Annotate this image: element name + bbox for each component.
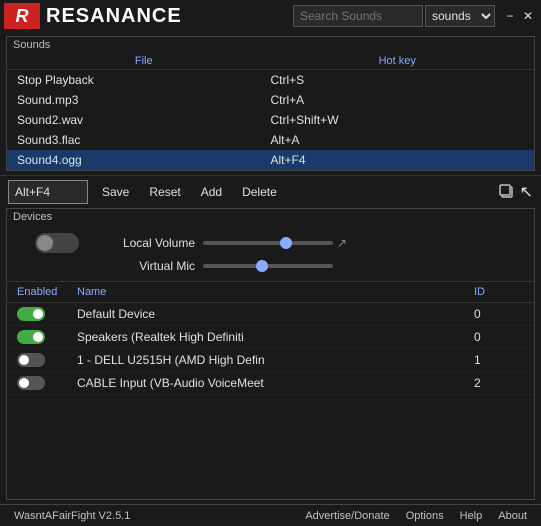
- device-toggle-3[interactable]: [17, 376, 45, 390]
- virtual-mic-slider-container: [203, 264, 524, 268]
- list-item[interactable]: Speakers (Realtek High Definiti 0: [7, 326, 534, 349]
- device-id-0: 0: [474, 307, 524, 321]
- device-name-0: Default Device: [77, 307, 474, 321]
- list-item[interactable]: CABLE Input (VB-Audio VoiceMeet 2: [7, 372, 534, 395]
- virtual-mic-row: Virtual Mic: [17, 259, 524, 273]
- device-name-1: Speakers (Realtek High Definiti: [77, 330, 474, 344]
- devices-inner: Local Volume ↗ Virtual Mic Enabled: [7, 225, 534, 499]
- help-link[interactable]: Help: [452, 510, 491, 522]
- table-row[interactable]: Sound2.wavCtrl+Shift+W: [7, 110, 534, 130]
- close-button[interactable]: ✕: [519, 7, 537, 25]
- virtual-mic-slider[interactable]: [203, 264, 333, 268]
- list-item[interactable]: Default Device 0: [7, 303, 534, 326]
- sound-file: Stop Playback: [17, 73, 271, 87]
- reset-button[interactable]: Reset: [143, 183, 186, 201]
- device-id-2: 1: [474, 353, 524, 367]
- table-row[interactable]: Stop PlaybackCtrl+S: [7, 70, 534, 90]
- table-row[interactable]: Sound.mp3Ctrl+A: [7, 90, 534, 110]
- options-link[interactable]: Options: [398, 510, 452, 522]
- local-volume-label: Local Volume: [105, 236, 195, 250]
- table-row[interactable]: Sound4.oggAlt+F4: [7, 150, 534, 170]
- local-volume-slider-container: ↗: [203, 236, 524, 250]
- copy-to-clipboard-button[interactable]: [498, 183, 516, 201]
- col-enabled-header: Enabled: [17, 286, 77, 298]
- local-volume-toggle[interactable]: [35, 233, 79, 253]
- col-file-header: File: [17, 55, 271, 67]
- col-name-header: Name: [77, 286, 474, 298]
- titlebar-search: soundshotkeys: [293, 5, 495, 27]
- sound-file: Sound2.wav: [17, 113, 271, 127]
- device-id-1: 0: [474, 330, 524, 344]
- resize-icon: ↗: [337, 236, 347, 250]
- virtual-mic-label: Virtual Mic: [105, 259, 195, 273]
- search-dropdown[interactable]: soundshotkeys: [425, 5, 495, 27]
- device-name-3: CABLE Input (VB-Audio VoiceMeet: [77, 376, 474, 390]
- sounds-header: File Hot key: [7, 53, 534, 70]
- delete-button[interactable]: Delete: [236, 183, 283, 201]
- col-id-header: ID: [474, 286, 524, 298]
- save-button[interactable]: Save: [96, 183, 135, 201]
- sounds-section: Sounds File Hot key Stop PlaybackCtrl+SS…: [6, 36, 535, 171]
- search-input[interactable]: [293, 5, 423, 27]
- sound-file: Sound4.ogg: [17, 153, 271, 167]
- titlebar-controls: − ✕: [501, 7, 537, 25]
- minimize-button[interactable]: −: [501, 7, 519, 25]
- logo-box: R: [4, 3, 40, 29]
- hotkey-input[interactable]: [8, 180, 88, 204]
- logo-r-letter: R: [16, 6, 29, 27]
- device-toggle-0[interactable]: [17, 307, 45, 321]
- version-label: WasntAFairFight V2.5.1: [6, 510, 297, 522]
- device-toggle-2[interactable]: [17, 353, 45, 367]
- local-volume-slider[interactable]: [203, 241, 333, 245]
- main-content: Sounds File Hot key Stop PlaybackCtrl+SS…: [0, 32, 541, 504]
- logo-text: RESANANCE: [46, 5, 293, 28]
- action-bar: Save Reset Add Delete ↖: [0, 175, 541, 208]
- sound-hotkey: Ctrl+S: [271, 73, 525, 87]
- statusbar: WasntAFairFight V2.5.1 Advertise/Donate …: [0, 504, 541, 526]
- volume-controls: Local Volume ↗ Virtual Mic: [7, 225, 534, 282]
- sound-hotkey: Ctrl+A: [271, 93, 525, 107]
- cursor-icon: ↖: [520, 182, 533, 202]
- list-item[interactable]: 1 - DELL U2515H (AMD High Defin 1: [7, 349, 534, 372]
- copy-icon-area: ↖: [498, 182, 533, 202]
- sounds-section-label: Sounds: [7, 37, 534, 53]
- sound-hotkey: Alt+F4: [271, 153, 525, 167]
- toggle-placeholder: [17, 233, 97, 253]
- sound-hotkey: Ctrl+Shift+W: [271, 113, 525, 127]
- device-id-3: 2: [474, 376, 524, 390]
- devices-section: Devices Local Volume ↗: [6, 208, 535, 500]
- device-toggle-1[interactable]: [17, 330, 45, 344]
- col-hotkey-header: Hot key: [271, 55, 525, 67]
- local-volume-row: Local Volume ↗: [17, 233, 524, 253]
- device-name-2: 1 - DELL U2515H (AMD High Defin: [77, 353, 474, 367]
- device-rows-container: Default Device 0 Speakers (Realtek High …: [7, 303, 534, 395]
- sound-file: Sound3.flac: [17, 133, 271, 147]
- sound-rows-container: Stop PlaybackCtrl+SSound.mp3Ctrl+ASound2…: [7, 70, 534, 170]
- sound-file: Sound.mp3: [17, 93, 271, 107]
- table-row[interactable]: Sound3.flacAlt+A: [7, 130, 534, 150]
- add-button[interactable]: Add: [195, 183, 228, 201]
- about-link[interactable]: About: [490, 510, 535, 522]
- advertise-link[interactable]: Advertise/Donate: [297, 510, 397, 522]
- devices-table-header: Enabled Name ID: [7, 282, 534, 303]
- devices-section-label: Devices: [7, 209, 534, 225]
- sound-hotkey: Alt+A: [271, 133, 525, 147]
- titlebar: R RESANANCE soundshotkeys − ✕: [0, 0, 541, 32]
